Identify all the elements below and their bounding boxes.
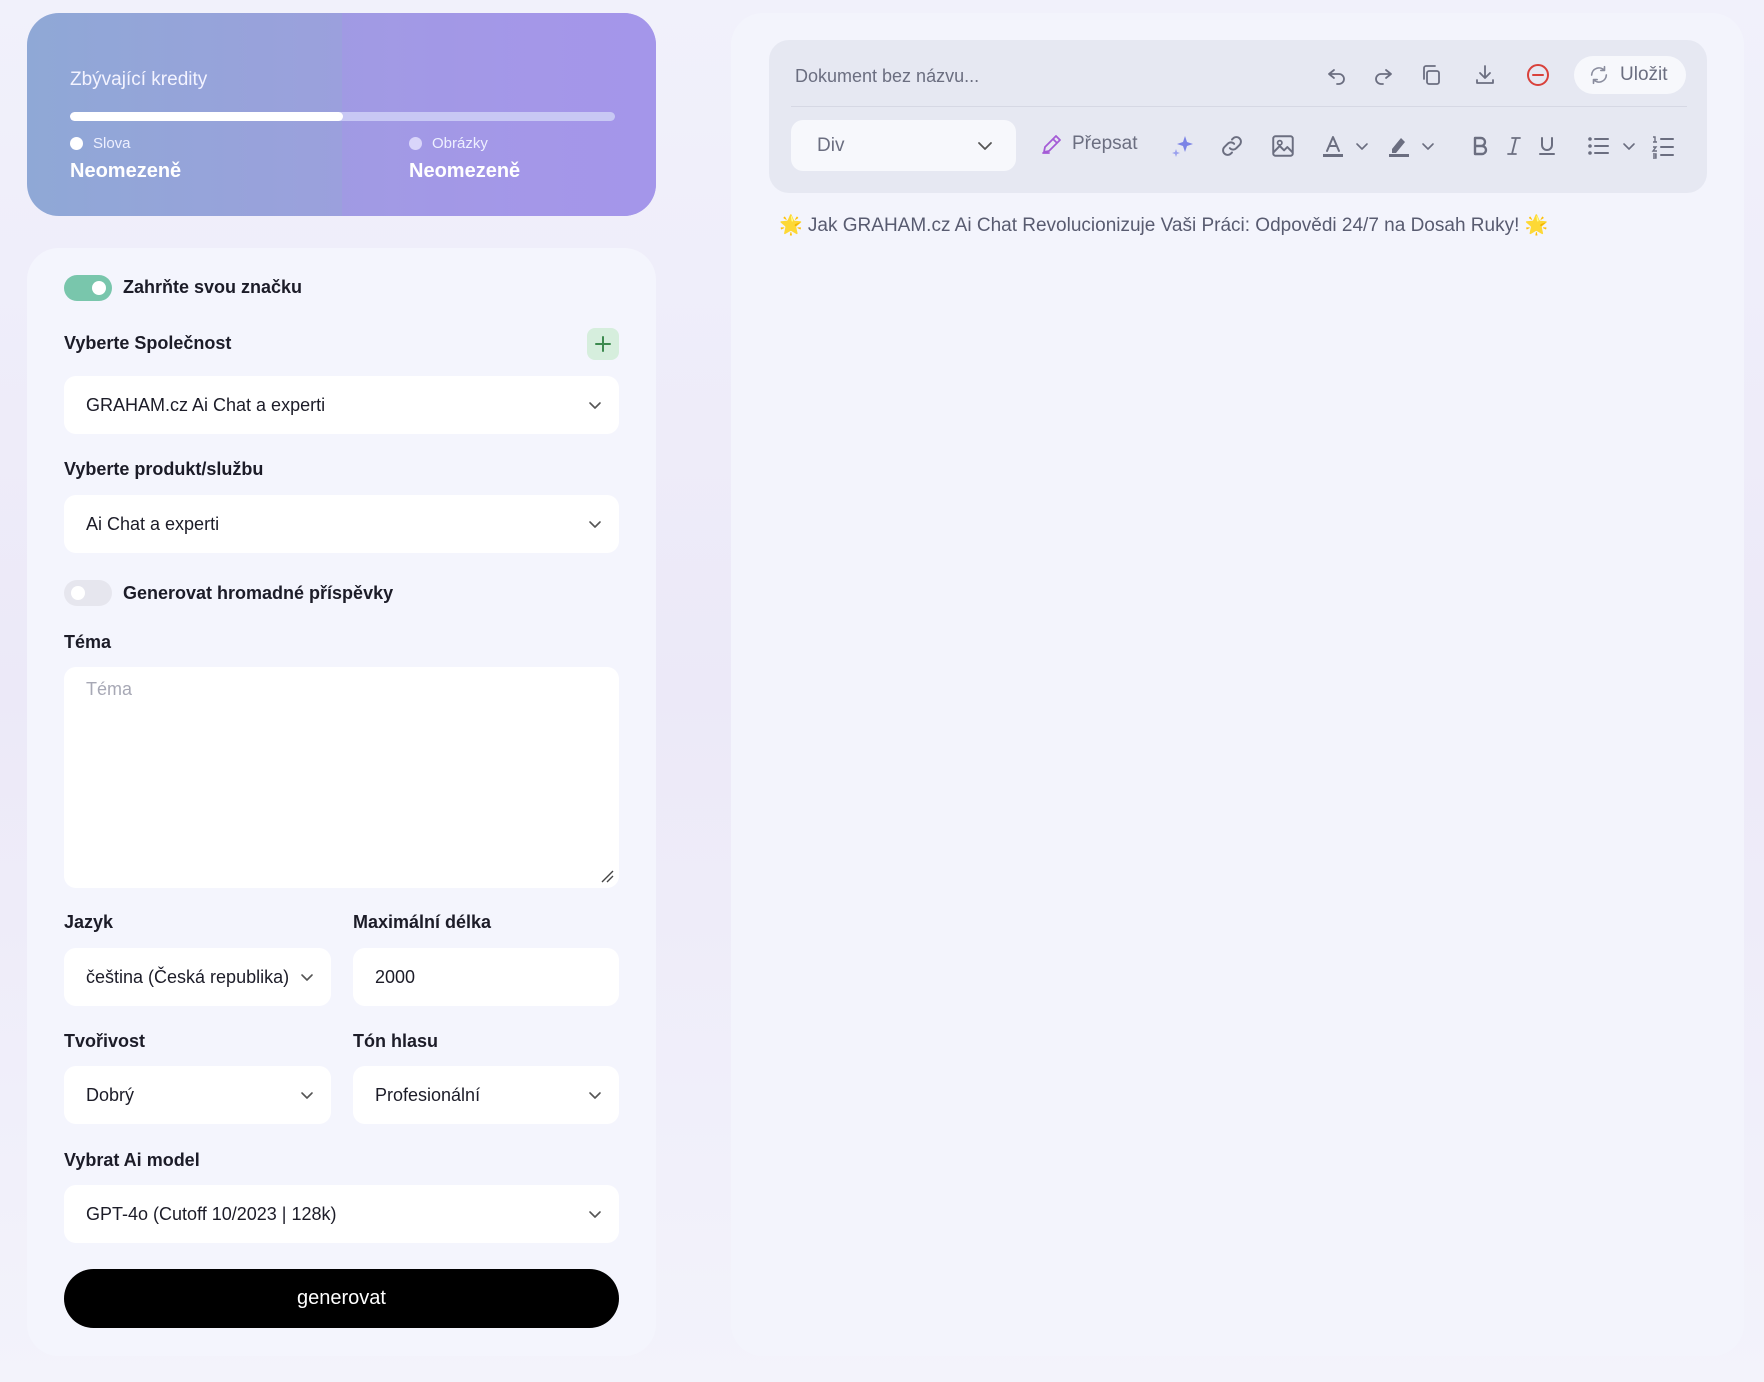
company-select[interactable]: GRAHAM.cz Ai Chat a experti bbox=[64, 376, 619, 434]
bulk-posts-label: Generovat hromadné příspěvky bbox=[123, 583, 394, 603]
bullet-list-icon[interactable] bbox=[1585, 133, 1611, 159]
chevron-down-icon bbox=[589, 521, 601, 528]
words-label: Slova bbox=[93, 135, 131, 152]
images-value: Neomezeně bbox=[409, 160, 521, 182]
chevron-down-icon bbox=[589, 1092, 601, 1099]
max-length-input[interactable]: 2000 bbox=[353, 948, 619, 1006]
rewrite-label: Přepsat bbox=[1072, 133, 1138, 154]
add-company-button[interactable] bbox=[587, 328, 619, 360]
toolbar-divider bbox=[791, 106, 1687, 107]
document-title-input[interactable]: Dokument bez názvu... bbox=[795, 66, 979, 87]
credits-card: Zbývající kredity Slova Neomezeně Obrázk… bbox=[27, 13, 656, 216]
credits-progress-bar bbox=[70, 112, 615, 121]
chevron-down-icon bbox=[589, 1211, 601, 1218]
creativity-select-value: Dobrý bbox=[86, 1084, 135, 1105]
words-dot-icon bbox=[70, 137, 83, 150]
save-button-label: Uložit bbox=[1620, 64, 1668, 85]
topic-textarea[interactable]: Téma bbox=[64, 667, 619, 888]
chevron-down-icon bbox=[978, 142, 992, 150]
text-color-icon[interactable] bbox=[1320, 133, 1346, 159]
chevron-down-icon bbox=[589, 402, 601, 409]
images-label: Obrázky bbox=[432, 135, 488, 152]
highlight-chevron-icon[interactable] bbox=[1418, 136, 1438, 156]
plus-icon bbox=[595, 336, 611, 352]
tone-select-value: Profesionální bbox=[375, 1084, 481, 1105]
text-color-chevron-icon[interactable] bbox=[1352, 136, 1372, 156]
company-select-value: GRAHAM.cz Ai Chat a experti bbox=[86, 394, 326, 415]
document-content-headline[interactable]: 🌟 Jak GRAHAM.cz Ai Chat Revolucionizuje … bbox=[779, 213, 1548, 237]
model-select-value: GPT-4o (Cutoff 10/2023 | 128k) bbox=[86, 1203, 337, 1224]
toggle-knob bbox=[92, 281, 106, 295]
toggle-knob bbox=[71, 586, 85, 600]
company-label: Vyberte Společnost bbox=[64, 333, 232, 353]
product-label: Vyberte produkt/službu bbox=[64, 459, 264, 479]
bullet-list-chevron-icon[interactable] bbox=[1619, 136, 1639, 156]
brand-toggle[interactable] bbox=[64, 275, 112, 301]
link-icon[interactable] bbox=[1219, 133, 1245, 159]
redo-icon[interactable] bbox=[1370, 62, 1396, 88]
pencil-icon bbox=[1042, 135, 1061, 154]
model-label: Vybrat Ai model bbox=[64, 1150, 200, 1170]
max-length-label: Maximální délka bbox=[353, 912, 492, 932]
creativity-label: Tvořivost bbox=[64, 1031, 146, 1051]
creativity-select[interactable]: Dobrý bbox=[64, 1066, 331, 1124]
product-select[interactable]: Ai Chat a experti bbox=[64, 495, 619, 553]
max-length-value: 2000 bbox=[375, 966, 416, 987]
brand-toggle-label: Zahrňte svou značku bbox=[123, 277, 303, 297]
words-value: Neomezeně bbox=[70, 160, 182, 182]
product-select-value: Ai Chat a experti bbox=[86, 513, 220, 534]
block-type-select[interactable]: Div bbox=[791, 120, 1016, 171]
chevron-down-icon bbox=[301, 974, 313, 981]
undo-icon[interactable] bbox=[1324, 62, 1350, 88]
model-select[interactable]: GPT-4o (Cutoff 10/2023 | 128k) bbox=[64, 1185, 619, 1243]
bulk-posts-toggle[interactable] bbox=[64, 580, 112, 606]
topic-label: Téma bbox=[64, 632, 112, 652]
image-icon[interactable] bbox=[1270, 133, 1296, 159]
download-icon[interactable] bbox=[1472, 62, 1498, 88]
italic-icon[interactable] bbox=[1501, 133, 1527, 159]
language-label: Jazyk bbox=[64, 912, 114, 932]
tone-select[interactable]: Profesionální bbox=[353, 1066, 619, 1124]
tone-label: Tón hlasu bbox=[353, 1031, 438, 1051]
block-type-value: Div bbox=[817, 134, 845, 156]
credits-progress-fill bbox=[70, 112, 343, 121]
copy-icon[interactable] bbox=[1418, 62, 1444, 88]
credits-title: Zbývající kredity bbox=[70, 69, 208, 90]
rewrite-button[interactable]: Přepsat bbox=[1040, 132, 1137, 156]
generate-button[interactable]: generovat bbox=[64, 1269, 619, 1328]
chevron-down-icon bbox=[301, 1092, 313, 1099]
images-legend: Obrázky bbox=[409, 135, 488, 152]
resize-grip-icon[interactable] bbox=[599, 868, 615, 884]
topic-placeholder: Téma bbox=[86, 679, 133, 699]
refresh-icon bbox=[1590, 65, 1608, 85]
numbered-list-icon[interactable] bbox=[1650, 133, 1676, 159]
words-legend: Slova bbox=[70, 135, 131, 152]
highlight-icon[interactable] bbox=[1386, 133, 1412, 159]
language-select[interactable]: čeština (Česká republika) bbox=[64, 948, 331, 1006]
delete-icon[interactable] bbox=[1525, 62, 1551, 88]
underline-icon[interactable] bbox=[1534, 133, 1560, 159]
language-select-value: čeština (Česká republika) bbox=[86, 966, 290, 987]
save-button[interactable]: Uložit bbox=[1574, 56, 1686, 94]
images-dot-icon bbox=[409, 137, 422, 150]
sparkle-icon[interactable] bbox=[1170, 133, 1196, 159]
bold-icon[interactable] bbox=[1467, 133, 1493, 159]
